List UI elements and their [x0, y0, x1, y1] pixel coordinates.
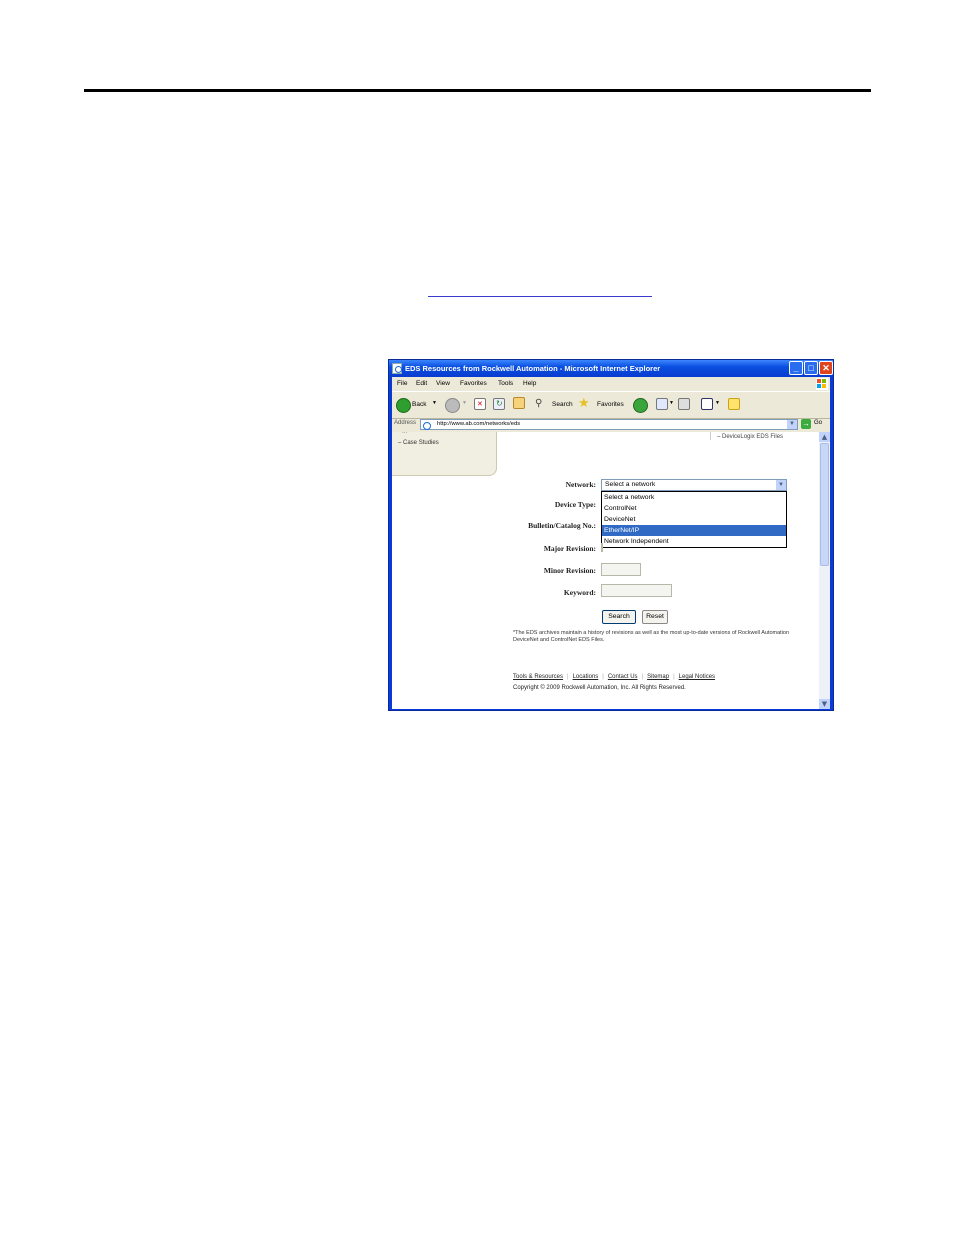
scroll-down-icon[interactable]: ▼ [819, 699, 830, 709]
messenger-icon[interactable] [728, 398, 740, 410]
go-arrow-icon[interactable]: → [801, 419, 811, 429]
footer-separator: | [567, 674, 569, 680]
footer-link-tools[interactable]: Tools & Resources [513, 674, 563, 680]
search-label[interactable]: Search [552, 401, 573, 408]
sidebar-item-label[interactable]: Case Studies [403, 440, 439, 446]
footer-link-sitemap[interactable]: Sitemap [647, 674, 669, 680]
browser-client-area: File Edit View Favorites Tools Help Back… [392, 377, 830, 709]
address-label: Address [394, 420, 417, 426]
network-label: Network: [565, 480, 596, 489]
search-icon[interactable]: ⚲ [535, 398, 542, 409]
device-type-label: Device Type: [554, 500, 596, 509]
minor-revision-label: Minor Revision: [543, 566, 596, 575]
footer-links: Tools & Resources | Locations | Contact Us | S… [513, 674, 715, 680]
home-icon[interactable] [513, 397, 525, 409]
footer-separator: | [602, 674, 604, 680]
edit-icon[interactable] [701, 398, 713, 410]
page-header-rule [84, 89, 871, 92]
favorites-star-icon[interactable]: ★ [578, 395, 590, 411]
footer-link-legal[interactable]: Legal Notices [679, 674, 715, 680]
sidebar-panel: ... – Case Studies [392, 432, 497, 476]
standard-toolbar: Back ▼ ▼ ✕ ↻ ⚲ Search ★ Favorites ▼ ▼ [392, 391, 830, 419]
keyword-input[interactable] [601, 584, 672, 597]
mail-dropdown-icon[interactable]: ▼ [669, 400, 674, 406]
sidebar-cut-item: ... [402, 432, 408, 435]
address-url[interactable]: http://www.ab.com/networks/eds [437, 421, 520, 427]
copyright-text: Copyright © 2009 Rockwell Automation, In… [513, 685, 686, 691]
menu-edit[interactable]: Edit [416, 380, 427, 387]
stop-icon[interactable]: ✕ [474, 398, 486, 410]
minor-revision-input[interactable] [601, 563, 641, 576]
bulletin-label: Bulletin/Catalog No.: [528, 521, 596, 530]
eds-archive-note: *The EDS archives maintain a history of … [513, 630, 790, 643]
reset-button[interactable]: Reset [642, 610, 668, 624]
menu-file[interactable]: File [397, 380, 407, 387]
devicelogix-link-label[interactable]: DeviceLogix EDS Files [722, 434, 783, 440]
minimize-button[interactable]: _ [789, 361, 803, 375]
sidebar-item-case-studies[interactable]: – Case Studies [398, 440, 439, 446]
search-button[interactable]: Search [602, 610, 636, 624]
network-dropdown-list: Select a network ControlNet DeviceNet Et… [601, 491, 787, 548]
address-input[interactable]: http://www.ab.com/networks/eds ▼ [420, 419, 798, 430]
major-revision-input[interactable] [601, 543, 603, 552]
window-title: EDS Resources from Rockwell Automation -… [405, 364, 661, 373]
footer-link-contact[interactable]: Contact Us [608, 674, 638, 680]
scrollbar-thumb[interactable] [820, 443, 829, 566]
network-option-highlighted[interactable]: EtherNet/IP [602, 525, 786, 536]
scroll-up-icon[interactable]: ▲ [819, 432, 830, 442]
internet-explorer-icon [392, 363, 402, 374]
go-button[interactable]: Go [814, 420, 822, 426]
menu-bar: File Edit View Favorites Tools Help [392, 377, 830, 391]
network-option[interactable]: Select a network [602, 492, 786, 503]
major-revision-label: Major Revision: [543, 544, 596, 553]
menu-help[interactable]: Help [523, 380, 536, 387]
devicelogix-link[interactable]: – DeviceLogix EDS Files [717, 434, 783, 440]
back-arrow-icon[interactable] [396, 398, 411, 413]
print-icon[interactable] [678, 398, 690, 410]
chevron-down-icon[interactable]: ▼ [776, 480, 786, 490]
footer-separator: | [673, 674, 675, 680]
windows-logo-icon [816, 378, 828, 390]
menu-favorites[interactable]: Favorites [460, 380, 487, 387]
footer-link-locations[interactable]: Locations [573, 674, 599, 680]
forward-dropdown-icon[interactable]: ▼ [462, 400, 467, 406]
back-label[interactable]: Back [412, 401, 426, 408]
footer-separator: | [641, 674, 644, 680]
title-bar[interactable]: EDS Resources from Rockwell Automation -… [389, 360, 833, 377]
history-icon[interactable] [633, 398, 648, 413]
network-selected-value: Select a network [605, 481, 656, 488]
document-hyperlink-underline[interactable] [428, 296, 652, 297]
vertical-scrollbar[interactable]: ▲ ▼ [819, 432, 830, 709]
address-dropdown-icon[interactable]: ▼ [787, 420, 797, 429]
mail-icon[interactable] [656, 398, 668, 410]
address-bar: Address http://www.ab.com/networks/eds ▼… [392, 418, 830, 432]
network-option[interactable]: ControlNet [602, 503, 786, 514]
network-option[interactable]: DeviceNet [602, 514, 786, 525]
menu-tools[interactable]: Tools [498, 380, 513, 387]
web-page-content: ... – Case Studies – DeviceLogix EDS Fil… [392, 432, 819, 709]
forward-arrow-icon[interactable] [445, 398, 460, 413]
browser-window: EDS Resources from Rockwell Automation -… [388, 359, 834, 711]
page-icon [423, 422, 431, 430]
favorites-label[interactable]: Favorites [597, 401, 624, 408]
right-column-divider [710, 432, 711, 440]
refresh-icon[interactable]: ↻ [493, 398, 505, 410]
back-dropdown-icon[interactable]: ▼ [432, 400, 437, 406]
keyword-label: Keyword: [563, 588, 596, 597]
maximize-button[interactable]: □ [804, 361, 818, 375]
menu-view[interactable]: View [436, 380, 450, 387]
network-select[interactable]: Select a network ▼ [601, 479, 787, 491]
edit-dropdown-icon[interactable]: ▼ [715, 400, 720, 406]
close-button[interactable]: ✕ [819, 361, 833, 375]
network-option[interactable]: Network Independent [602, 536, 786, 547]
